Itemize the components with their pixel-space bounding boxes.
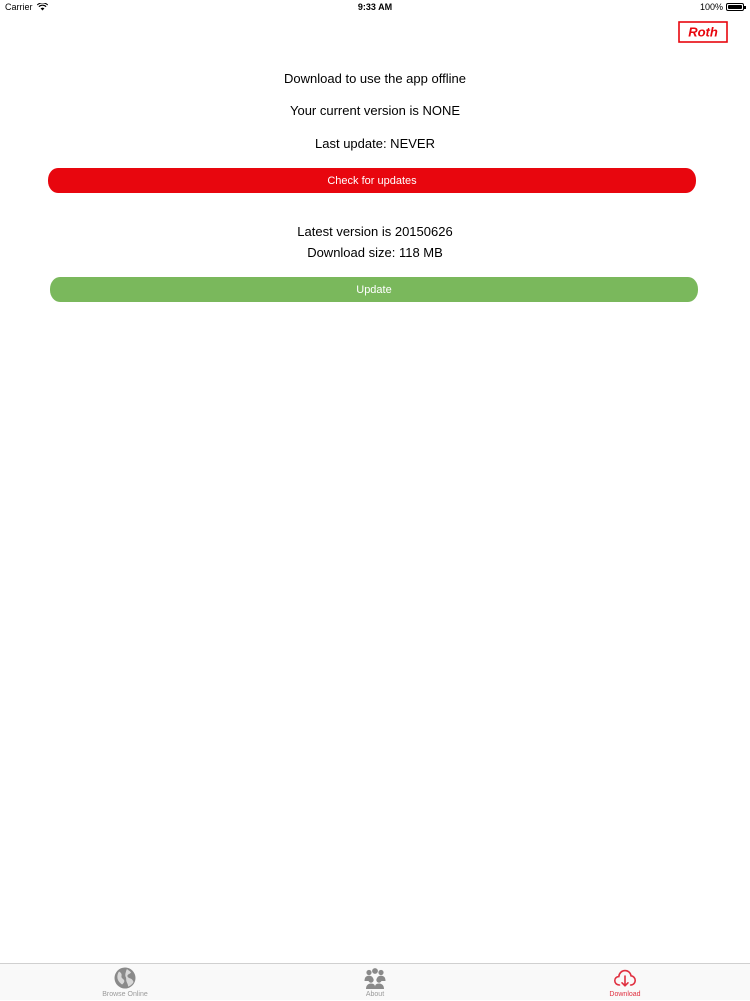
logo-text: Roth [688, 25, 718, 40]
battery-icon [726, 3, 746, 11]
status-bar: Carrier 9:33 AM 100% [0, 0, 750, 15]
status-time: 9:33 AM [357, 2, 393, 12]
intro-text: Download to use the app offline [284, 71, 466, 86]
tab-label: About [365, 991, 385, 998]
cloud-download-icon [613, 969, 637, 987]
tab-label: Browse Online [102, 991, 148, 998]
tab-about[interactable]: About [315, 964, 435, 1001]
current-version-text: Your current version is NONE [289, 103, 461, 118]
tab-browse-online[interactable]: Browse Online [65, 964, 185, 1001]
latest-version-text: Latest version is 20150626 [297, 224, 453, 239]
last-update-text: Last update: NEVER [315, 136, 435, 151]
download-size-text: Download size: 118 MB [307, 245, 443, 260]
roth-logo: Roth [678, 21, 728, 43]
people-icon [364, 968, 386, 989]
globe-icon [114, 967, 136, 989]
tab-download[interactable]: Download [565, 964, 685, 1001]
tab-bar: Browse Online About Download [0, 963, 750, 1000]
check-for-updates-button[interactable]: Check for updates [48, 168, 696, 193]
status-right: 100% [699, 2, 746, 12]
battery-percent: 100% [699, 2, 723, 12]
battery-fill [728, 5, 742, 9]
update-button[interactable]: Update [50, 277, 698, 302]
tab-label: Download [609, 991, 641, 998]
